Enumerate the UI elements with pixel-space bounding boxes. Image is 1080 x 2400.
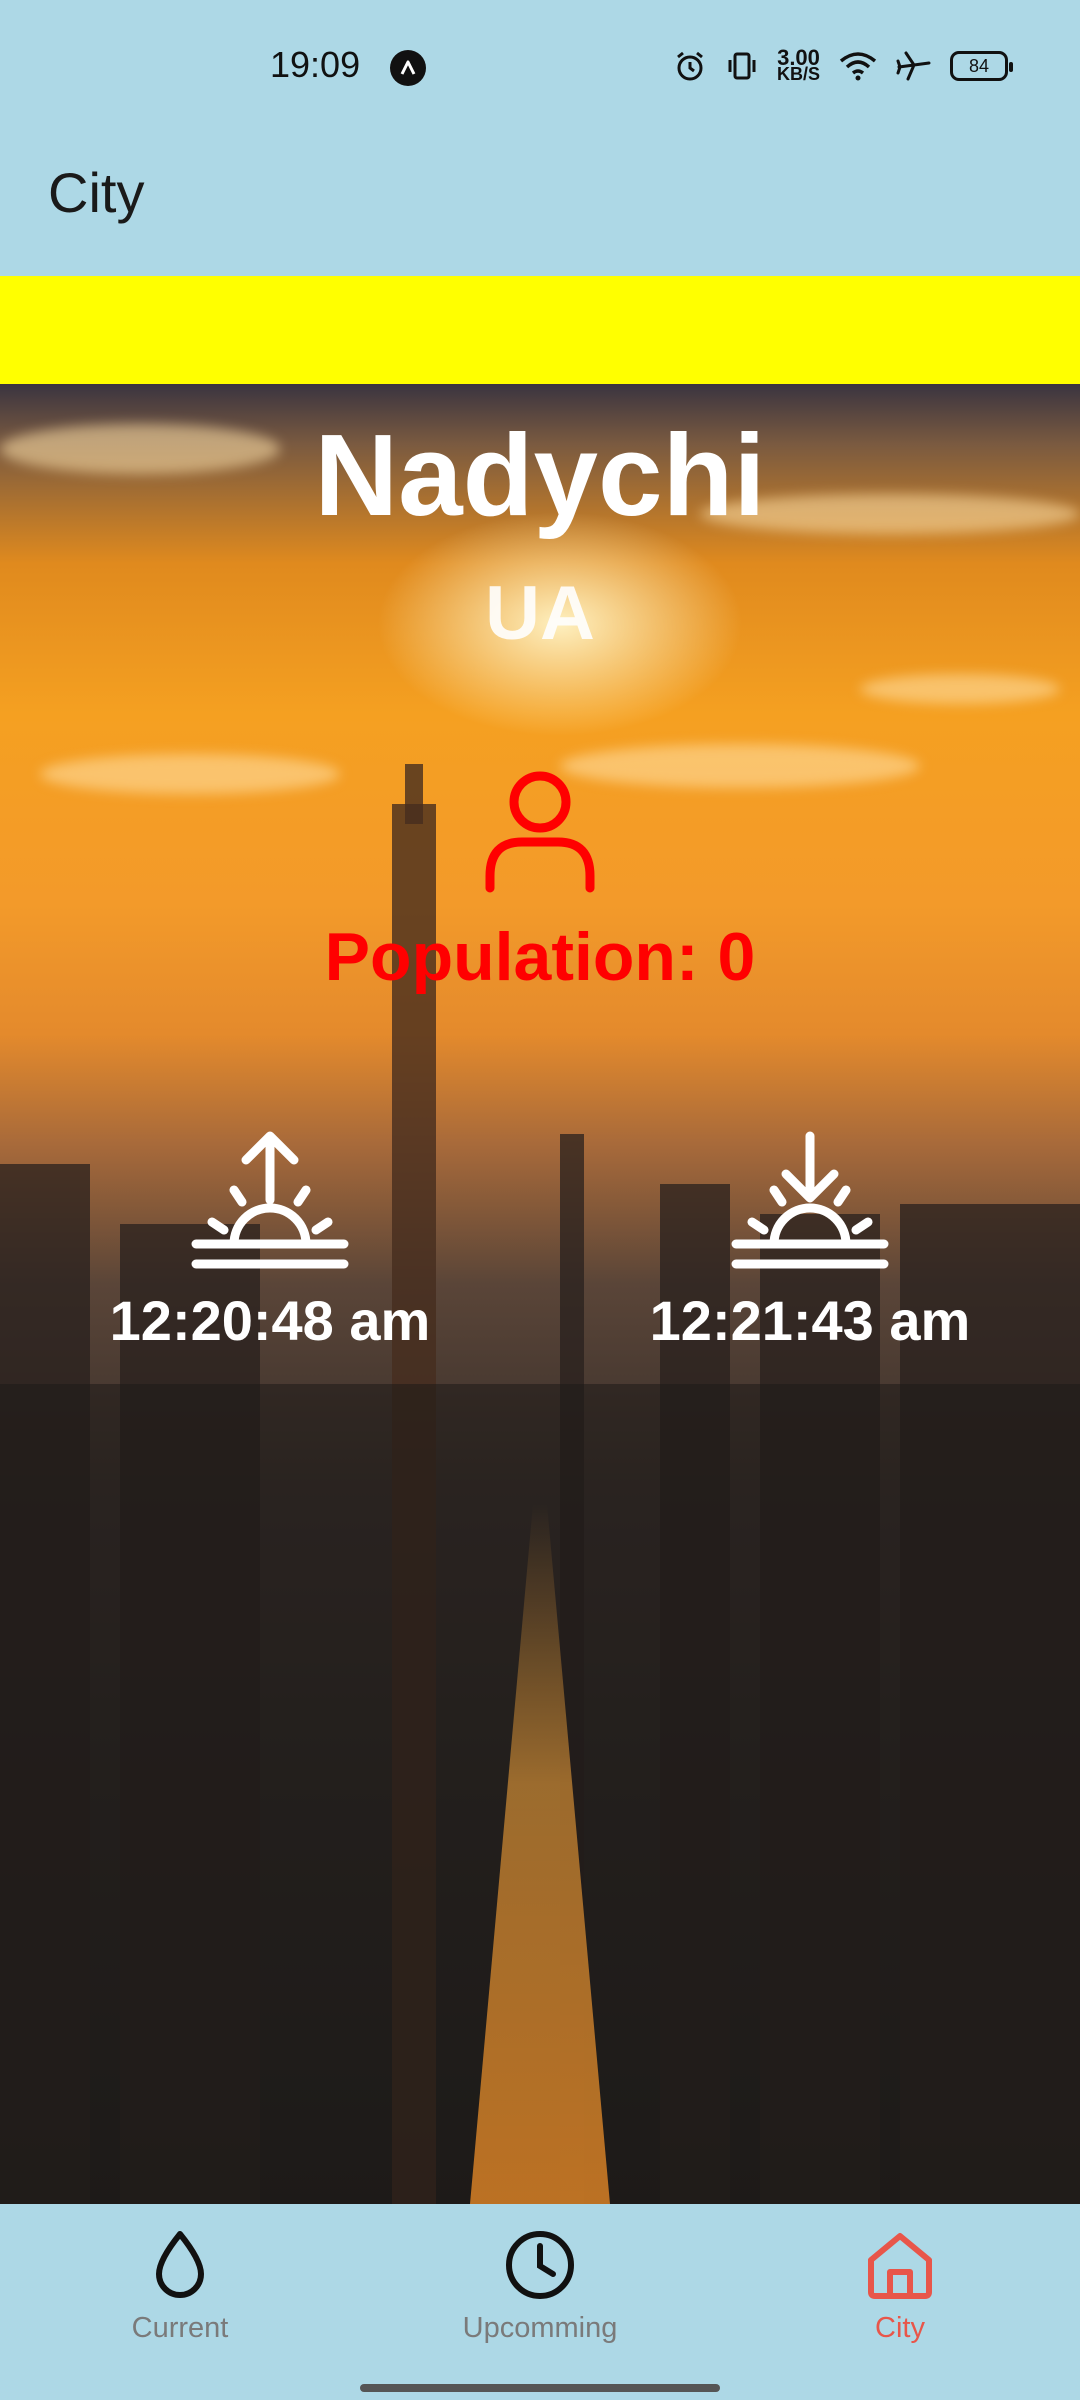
nav-label-city: City — [875, 2312, 925, 2344]
nav-label-upcomming: Upcomming — [462, 2312, 618, 2344]
net-speed: 3.00 KB/S — [776, 47, 820, 84]
airplane-icon — [896, 51, 931, 81]
gesture-bar[interactable] — [360, 2384, 720, 2392]
clock-icon — [506, 2231, 574, 2299]
sunset-icon — [731, 1131, 889, 1269]
nav-item-city[interactable]: City — [720, 2204, 1080, 2400]
home-icon — [868, 2233, 932, 2299]
person-icon — [485, 771, 595, 893]
nav-item-current[interactable]: Current — [0, 2204, 360, 2400]
city-background-image: Nadychi UA Population: 0 12:20:48 am 12:… — [0, 384, 1080, 2204]
alarm-icon — [677, 51, 703, 81]
bottom-navigation: Current Upcomming City — [0, 2204, 1080, 2400]
sunrise-icon — [191, 1131, 349, 1269]
sunrise-time: 12:20:48 am — [109, 1289, 431, 1352]
status-time: 19:09 — [270, 44, 361, 85]
sunset-time: 12:21:43 am — [649, 1289, 971, 1352]
vibrate-icon — [728, 52, 756, 80]
drop-icon — [156, 2231, 204, 2298]
page-title: City — [48, 161, 145, 224]
population-label: Population: 0 — [0, 918, 1080, 996]
battery-icon: 84 — [950, 51, 1013, 81]
nav-item-upcomming[interactable]: Upcomming — [360, 2204, 720, 2400]
app-bar: City — [0, 140, 1080, 276]
yellow-banner — [0, 276, 1080, 384]
nav-label-current: Current — [131, 2312, 229, 2344]
population-text: Population: 0 — [324, 919, 756, 995]
wifi-icon — [839, 52, 877, 81]
status-bar: 19:09 3.00 KB/S 84 — [0, 0, 1080, 140]
country-code: UA — [485, 571, 595, 656]
status-icons: 3.00 KB/S 84 — [673, 46, 1013, 86]
city-name: Nadychi — [314, 410, 766, 540]
sunrise-block: 12:20:48 am — [70, 1130, 470, 1353]
app-notification-icon — [390, 50, 426, 86]
sunset-block: 12:21:43 am — [610, 1130, 1010, 1353]
net-speed-unit: KB/S — [776, 64, 820, 84]
